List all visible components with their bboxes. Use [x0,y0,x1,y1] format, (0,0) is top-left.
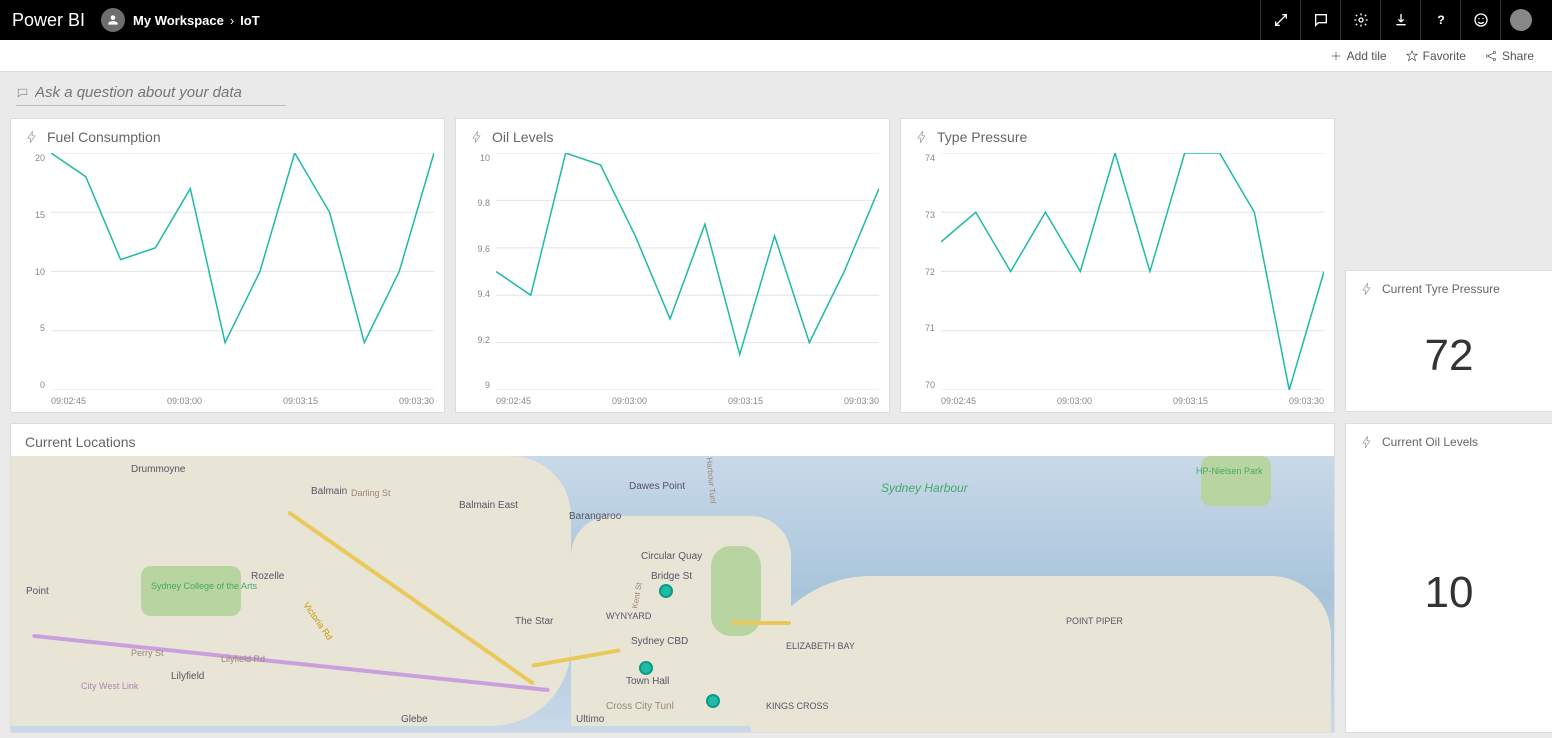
tile-title: Current Tyre Pressure [1382,282,1500,296]
tile-header: Oil Levels [456,119,889,149]
user-avatar[interactable] [101,8,125,32]
download-icon [1393,12,1409,28]
tile-title: Current Oil Levels [1382,435,1478,449]
top-icon-bar: ? [1260,0,1540,40]
favorite-button[interactable]: Favorite [1405,49,1466,63]
map-label: Harbour Tunl [705,457,718,504]
map-label: KINGS CROSS [766,701,829,711]
star-icon [1405,49,1419,63]
map-label: Darling St [351,488,391,498]
profile-button[interactable] [1500,0,1540,40]
map-label: Barangaroo [569,511,621,522]
add-tile-label: Add tile [1347,49,1387,63]
svg-text:?: ? [1437,13,1444,27]
map-label: Dawes Point [629,481,685,492]
map-label: POINT PIPER [1066,616,1123,626]
map-label: Lilyfield [171,671,204,682]
tile-title: Type Pressure [937,129,1027,145]
share-button[interactable]: Share [1484,49,1534,63]
tile-title: Current Locations [11,424,1334,456]
qa-input[interactable] [35,84,286,101]
add-tile-button[interactable]: Add tile [1329,49,1387,63]
download-button[interactable] [1380,0,1420,40]
lightning-icon [25,129,39,145]
tile-current-locations[interactable]: Current Locations Sydney Harbour Sydney … [10,423,1335,733]
map-label: Balmain [311,486,347,497]
tile-header: Type Pressure [901,119,1334,149]
fullscreen-button[interactable] [1260,0,1300,40]
map-label: Drummoyne [131,464,185,475]
top-bar: Power BI My Workspace › IoT ? [0,0,1552,40]
map-label: Balmain East [459,500,518,511]
map-label: WYNYARD [606,611,651,621]
tile-current-tyre[interactable]: Current Tyre Pressure 72 [1345,270,1552,412]
chart-body: 2015105009:02:4509:03:0009:03:1509:03:30 [11,149,444,412]
map-label: Town Hall [626,676,669,687]
tile-header: Current Tyre Pressure [1346,271,1552,301]
settings-button[interactable] [1340,0,1380,40]
action-bar: Add tile Favorite Share [0,40,1552,72]
tile-type-pressure[interactable]: Type Pressure 747372717009:02:4509:03:00… [900,118,1335,413]
tile-header: Current Oil Levels [1346,424,1552,454]
map-label: The Star [515,616,553,627]
help-button[interactable]: ? [1420,0,1460,40]
map-label: Glebe [401,714,428,725]
map-label: City West Link [81,681,138,691]
map-label: Bridge St [651,571,692,582]
map-label: Lilyfield Rd [221,654,265,664]
map-label: Circular Quay [641,551,702,562]
help-icon: ? [1433,12,1449,28]
expand-icon [1273,12,1289,28]
lightning-icon [915,129,929,145]
lightning-icon [470,129,484,145]
plus-icon [1329,49,1343,63]
map-label: HP-Nielsen Park [1196,466,1263,476]
brand-label: Power BI [12,10,85,31]
chart-body: 747372717009:02:4509:03:0009:03:1509:03:… [901,149,1334,412]
share-icon [1484,49,1498,63]
comments-button[interactable] [1300,0,1340,40]
lightning-icon [1360,281,1374,297]
feedback-button[interactable] [1460,0,1500,40]
qa-container[interactable] [16,84,286,106]
gear-icon [1353,12,1369,28]
tile-current-oil[interactable]: Current Oil Levels 10 [1345,423,1552,733]
map-label: Point [26,586,49,597]
smile-icon [1473,12,1489,28]
qa-bar [0,72,1552,114]
tile-title: Oil Levels [492,129,553,145]
map-label: Sydney CBD [631,636,688,647]
map-canvas[interactable]: Sydney Harbour Sydney CBD Town Hall WYNY… [11,456,1334,732]
map-marker[interactable] [706,694,720,708]
map-label: ELIZABETH BAY [786,641,855,651]
card-value: 72 [1346,301,1552,411]
tile-fuel-consumption[interactable]: Fuel Consumption 2015105009:02:4509:03:0… [10,118,445,413]
breadcrumb-workspace[interactable]: My Workspace [133,13,224,28]
map-label: Sydney Harbour [881,481,968,495]
chat-icon [16,86,29,100]
person-icon [106,13,120,27]
lightning-icon [1360,434,1374,450]
dashboard-grid: Fuel Consumption 2015105009:02:4509:03:0… [0,114,1552,738]
map-label: Perry St [131,648,164,658]
favorite-label: Favorite [1423,49,1466,63]
map-label: Cross City Tunl [606,701,674,712]
map-label: Sydney College of the Arts [151,581,257,591]
map-marker[interactable] [639,661,653,675]
chart-body: 109.89.69.49.2909:02:4509:03:0009:03:150… [456,149,889,412]
chevron-right-icon: › [230,13,234,28]
tile-oil-levels[interactable]: Oil Levels 109.89.69.49.2909:02:4509:03:… [455,118,890,413]
map-marker[interactable] [659,584,673,598]
breadcrumb: My Workspace › IoT [133,13,260,28]
card-value: 10 [1346,454,1552,732]
comment-icon [1313,12,1329,28]
tile-title: Fuel Consumption [47,129,161,145]
breadcrumb-page[interactable]: IoT [240,13,260,28]
tile-header: Fuel Consumption [11,119,444,149]
map-label: Ultimo [576,714,604,725]
share-label: Share [1502,49,1534,63]
